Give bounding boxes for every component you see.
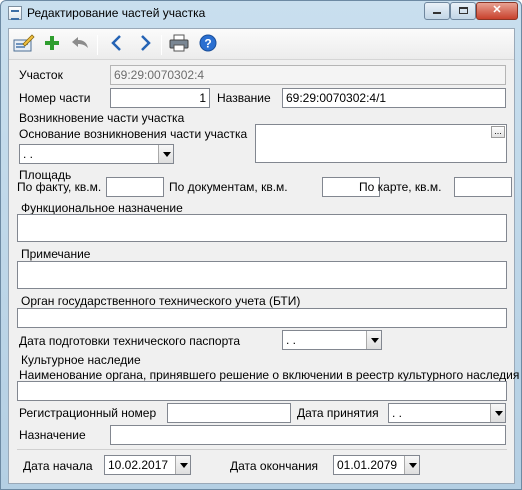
area-actual-field[interactable] [106, 177, 164, 197]
maximize-button[interactable] [450, 2, 476, 20]
chevron-down-icon[interactable] [404, 456, 419, 474]
help-button[interactable]: ? [196, 34, 220, 56]
previous-button[interactable] [105, 34, 129, 56]
bottom-divider [17, 449, 507, 450]
origin-basis-select[interactable]: . . [19, 144, 174, 164]
close-icon: ✕ [492, 4, 502, 16]
svg-text:?: ? [204, 37, 211, 51]
help-icon: ? [199, 34, 217, 52]
chevron-down-icon[interactable] [366, 331, 381, 349]
title-bar[interactable]: Редактирование частей участка ✕ [1, 1, 521, 25]
origin-basis-label: Основание возникновения части участка [19, 127, 248, 141]
area-map-label: По карте, кв.м. [359, 180, 442, 194]
reg-number-label: Регистрационный номер [19, 406, 157, 420]
part-number-label: Номер части [19, 91, 91, 105]
name-label: Название [217, 91, 271, 105]
part-number-field[interactable]: 1 [110, 88, 210, 108]
cultural-section-title: Культурное наследие [21, 353, 141, 367]
start-date-select[interactable]: 10.02.2017 [104, 455, 191, 475]
accept-date-select[interactable]: . . [388, 403, 506, 423]
toolbar-separator [97, 35, 98, 55]
end-date-value: 01.01.2079 [337, 458, 398, 472]
note-field[interactable] [17, 261, 507, 289]
edit-parts-window: Редактирование частей участка ✕ ? Участо… [0, 0, 522, 490]
minimize-icon [433, 12, 441, 14]
chevron-right-icon [141, 35, 151, 51]
authority-field[interactable] [17, 381, 507, 401]
chevron-down-icon[interactable] [490, 404, 505, 422]
start-date-value: 10.02.2017 [108, 458, 169, 472]
edit-record-icon [13, 34, 35, 52]
print-button[interactable] [167, 34, 191, 56]
add-button[interactable] [40, 34, 64, 56]
purpose-label: Назначение [19, 428, 86, 442]
chevron-left-icon [111, 35, 121, 51]
origin-basis-text[interactable]: ... [255, 124, 507, 163]
area-map-field[interactable] [454, 177, 512, 197]
end-date-label: Дата окончания [230, 459, 319, 473]
edit-record-button[interactable] [12, 34, 36, 56]
window-title: Редактирование частей участка [27, 6, 206, 20]
accept-date-label: Дата принятия [297, 406, 379, 420]
func-purpose-label: Функциональное назначение [21, 201, 183, 215]
bti-label: Орган государственного технического учет… [21, 294, 301, 308]
purpose-field[interactable] [110, 425, 506, 445]
uchastok-field[interactable]: 69:29:0070302:4 [110, 65, 506, 85]
app-form-icon [8, 6, 22, 20]
toolbar-separator [161, 35, 162, 55]
ellipsis-button[interactable]: ... [491, 126, 505, 138]
maximize-icon [458, 7, 468, 14]
func-purpose-field[interactable] [17, 214, 507, 242]
end-date-select[interactable]: 01.01.2079 [333, 455, 420, 475]
tech-passport-date-label: Дата подготовки технического паспорта [19, 334, 241, 348]
minimize-button[interactable] [424, 2, 450, 20]
undo-button[interactable] [68, 34, 92, 56]
plus-icon [45, 36, 59, 50]
accept-date-value: . . [392, 406, 403, 420]
name-field[interactable]: 69:29:0070302:4/1 [282, 88, 506, 108]
toolbar: ? [9, 29, 514, 60]
origin-section-title: Возникновение части участка [19, 111, 185, 125]
start-date-label: Дата начала [23, 459, 93, 473]
tech-passport-date-select[interactable]: . . [282, 330, 382, 350]
note-label: Примечание [21, 247, 91, 261]
printer-icon [169, 34, 189, 52]
authority-label: Наименование органа, принявшего решение … [19, 368, 520, 382]
tech-passport-date-value: . . [286, 333, 297, 347]
reg-number-field[interactable] [167, 403, 291, 423]
area-actual-label: По факту, кв.м. [17, 180, 102, 194]
close-button[interactable]: ✕ [476, 2, 518, 20]
next-button[interactable] [133, 34, 157, 56]
form-area: ? Участок 69:29:0070302:4 Номер части 1 … [8, 28, 519, 484]
area-docs-label: По документам, кв.м. [169, 180, 288, 194]
chevron-down-icon[interactable] [175, 456, 190, 474]
chevron-down-icon[interactable] [158, 145, 173, 163]
origin-basis-select-value: . . [23, 147, 34, 161]
undo-icon [72, 37, 88, 48]
bti-field[interactable] [17, 308, 507, 328]
uchastok-label: Участок [19, 68, 63, 82]
